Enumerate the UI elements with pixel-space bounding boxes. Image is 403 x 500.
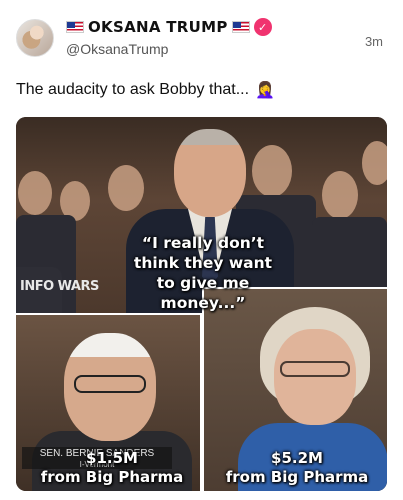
us-flag-icon bbox=[66, 21, 84, 33]
display-name[interactable]: OKSANA TRUMP bbox=[88, 18, 228, 36]
center-man-head bbox=[174, 129, 246, 217]
glasses-icon bbox=[280, 361, 350, 377]
verified-badge-icon: ✓ bbox=[253, 18, 272, 36]
hearing-photo: INFO WARS “I really don’t think they wan… bbox=[16, 117, 387, 491]
right-source: from Big Pharma bbox=[225, 468, 369, 486]
user-handle[interactable]: @OksanaTrump bbox=[66, 41, 168, 57]
crowd-person bbox=[362, 141, 387, 185]
post-timestamp[interactable]: 3m bbox=[365, 34, 383, 49]
quote-caption: “I really don’t think they want to give … bbox=[133, 234, 273, 312]
right-amount-caption: $5.2M from Big Pharma bbox=[212, 449, 382, 487]
social-post-card: OKSANA TRUMP ✓ @OksanaTrump 3m The audac… bbox=[0, 0, 403, 500]
post-text: The audacity to ask Bobby that... bbox=[16, 81, 250, 98]
post-text-row: The audacity to ask Bobby that... 🤦‍♀️ bbox=[16, 80, 275, 100]
left-amount: $1.5M bbox=[86, 449, 138, 467]
meme-image[interactable]: INFO WARS “I really don’t think they wan… bbox=[16, 117, 387, 491]
avatar[interactable] bbox=[16, 19, 54, 57]
facepalm-emoji-icon: 🤦‍♀️ bbox=[255, 82, 275, 99]
glasses-icon bbox=[74, 375, 146, 393]
crowd-person bbox=[108, 165, 144, 211]
watermark-logo: INFO WARS bbox=[20, 279, 99, 294]
right-person-face bbox=[274, 329, 356, 425]
left-source: from Big Pharma bbox=[40, 468, 184, 486]
crowd-person bbox=[322, 171, 358, 219]
left-amount-caption: $1.5M from Big Pharma bbox=[26, 449, 198, 487]
right-amount: $5.2M bbox=[271, 449, 323, 467]
crowd-person bbox=[18, 171, 52, 215]
crowd-person bbox=[252, 145, 292, 197]
us-flag-icon bbox=[231, 21, 250, 33]
author-name-row: OKSANA TRUMP ✓ bbox=[66, 18, 272, 36]
